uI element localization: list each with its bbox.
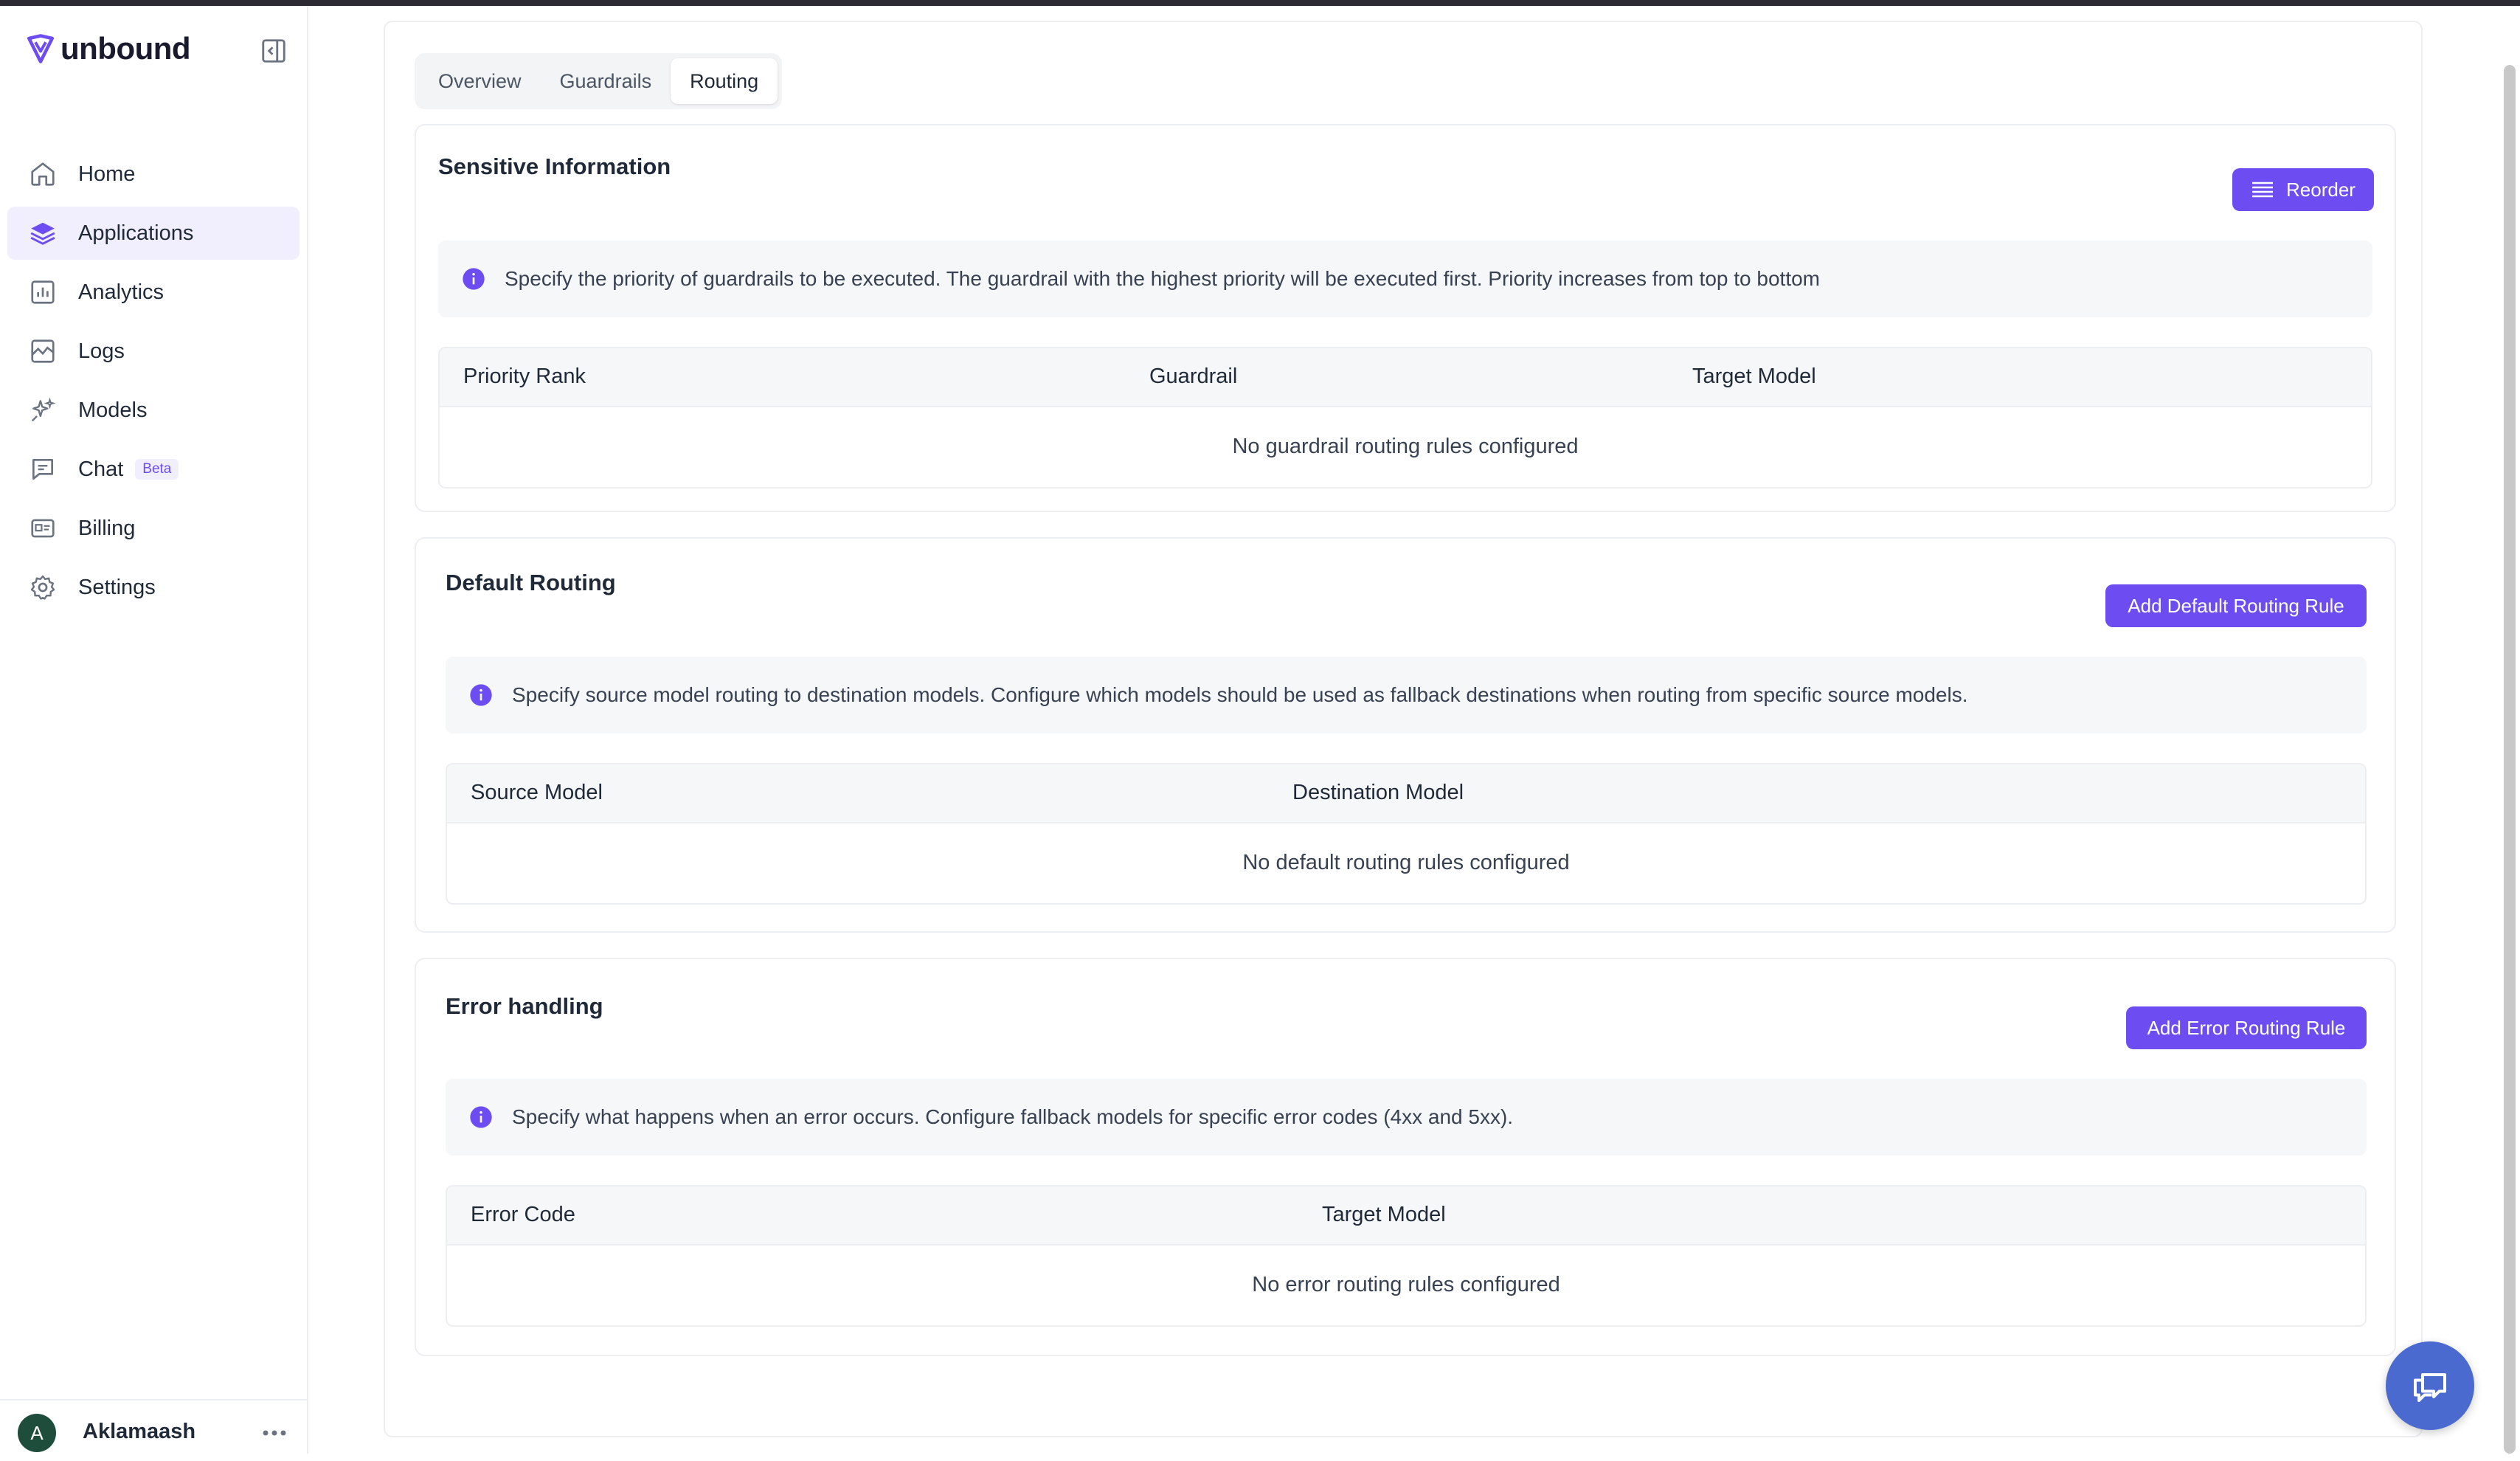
- sidebar-item-label: Home: [78, 162, 136, 186]
- guardrail-routing-table: Priority Rank Guardrail Target Model No …: [438, 347, 2372, 488]
- page-scrollbar[interactable]: [2504, 65, 2516, 1454]
- info-icon: [470, 1106, 492, 1128]
- default-routing-table: Source Model Destination Model No defaul…: [446, 763, 2367, 905]
- avatar: A: [18, 1414, 56, 1452]
- unbound-logo-icon: [27, 34, 55, 63]
- empty-state: No guardrail routing rules configured: [1232, 434, 1579, 458]
- bar-chart-icon: [28, 277, 58, 307]
- info-text: Specify source model routing to destinat…: [512, 683, 1968, 706]
- sidebar-item-label: Applications: [78, 221, 194, 245]
- sidebar-item-analytics[interactable]: Analytics: [7, 266, 300, 319]
- chat-icon: [28, 455, 58, 484]
- sidebar-item-models[interactable]: Models: [7, 384, 300, 437]
- empty-state: No default routing rules configured: [1242, 850, 1570, 874]
- sidebar: unbound Home Applications Analytics Logs…: [0, 6, 308, 1454]
- column-header: Source Model: [471, 781, 603, 804]
- sidebar-item-settings[interactable]: Settings: [7, 561, 300, 614]
- tab-bar: Overview Guardrails Routing: [415, 53, 783, 109]
- support-chat-button[interactable]: [2386, 1341, 2474, 1430]
- sidebar-item-applications[interactable]: Applications: [7, 207, 300, 260]
- app-name: unbound: [60, 31, 191, 66]
- reorder-button-label: Reorder: [2286, 178, 2355, 201]
- brand[interactable]: unbound: [25, 31, 191, 66]
- info-icon: [463, 268, 485, 290]
- sidebar-collapse-icon[interactable]: [260, 37, 288, 65]
- empty-state: No error routing rules configured: [1252, 1272, 1560, 1296]
- default-routing-card: Default Routing Add Default Routing Rule…: [415, 537, 2396, 933]
- billing-icon: [28, 514, 58, 543]
- sidebar-item-home[interactable]: Home: [7, 148, 300, 201]
- sidebar-item-label: Billing: [78, 516, 136, 540]
- column-header: Priority Rank: [463, 365, 586, 388]
- sidebar-item-logs[interactable]: Logs: [7, 325, 300, 378]
- layers-icon: [28, 218, 58, 248]
- sensitive-information-card: Sensitive Information Reorder Specify th…: [415, 124, 2396, 512]
- column-header: Guardrail: [1149, 365, 1238, 388]
- home-icon: [28, 159, 58, 189]
- column-header: Destination Model: [1292, 781, 1464, 804]
- sidebar-item-label: Analytics: [78, 280, 165, 304]
- sidebar-item-label: Settings: [78, 575, 156, 599]
- sidebar-item-billing[interactable]: Billing: [7, 502, 300, 555]
- info-banner: Specify source model routing to destinat…: [446, 657, 2367, 733]
- sidebar-nav: Home Applications Analytics Logs Models: [7, 148, 300, 620]
- info-text: Specify the priority of guardrails to be…: [505, 267, 1820, 290]
- column-header: Error Code: [471, 1203, 575, 1226]
- column-header: Target Model: [1692, 365, 1816, 388]
- info-banner: Specify the priority of guardrails to be…: [438, 241, 2372, 317]
- info-banner: Specify what happens when an error occur…: [446, 1079, 2367, 1156]
- tab-guardrails[interactable]: Guardrails: [541, 58, 671, 104]
- sidebar-item-label: Chat: [78, 457, 124, 481]
- sidebar-item-label: Models: [78, 398, 148, 422]
- user-profile[interactable]: A Aklamaash: [0, 1399, 307, 1461]
- main-panel: Overview Guardrails Routing Sensitive In…: [384, 21, 2423, 1437]
- more-options-icon[interactable]: [260, 1423, 289, 1443]
- user-name: Aklamaash: [83, 1420, 196, 1443]
- sparkles-icon: [28, 396, 58, 425]
- messages-icon: [2414, 1373, 2446, 1402]
- tab-routing[interactable]: Routing: [671, 58, 778, 104]
- beta-badge: Beta: [135, 459, 179, 480]
- card-title: Sensitive Information: [438, 153, 671, 179]
- sidebar-item-label: Logs: [78, 339, 125, 363]
- info-text: Specify what happens when an error occur…: [512, 1105, 1514, 1128]
- table-header: Error Code Target Model: [447, 1187, 2365, 1246]
- logs-icon: [28, 336, 58, 366]
- column-header: Target Model: [1322, 1203, 1446, 1226]
- sidebar-item-chat[interactable]: Chat Beta: [7, 443, 300, 496]
- info-icon: [470, 684, 492, 706]
- reorder-button[interactable]: Reorder: [2232, 168, 2374, 211]
- window-top-bar: [0, 0, 2520, 6]
- error-routing-table: Error Code Target Model No error routing…: [446, 1185, 2367, 1327]
- list-icon: [2252, 182, 2274, 198]
- add-default-routing-rule-button[interactable]: Add Default Routing Rule: [2105, 584, 2367, 627]
- table-header: Priority Rank Guardrail Target Model: [440, 348, 2371, 407]
- card-title: Error handling: [446, 993, 603, 1019]
- tab-overview[interactable]: Overview: [419, 58, 541, 104]
- gear-icon: [28, 573, 58, 602]
- table-header: Source Model Destination Model: [447, 764, 2365, 823]
- error-handling-card: Error handling Add Error Routing Rule Sp…: [415, 958, 2396, 1356]
- card-title: Default Routing: [446, 570, 616, 595]
- add-error-routing-rule-button[interactable]: Add Error Routing Rule: [2126, 1006, 2367, 1049]
